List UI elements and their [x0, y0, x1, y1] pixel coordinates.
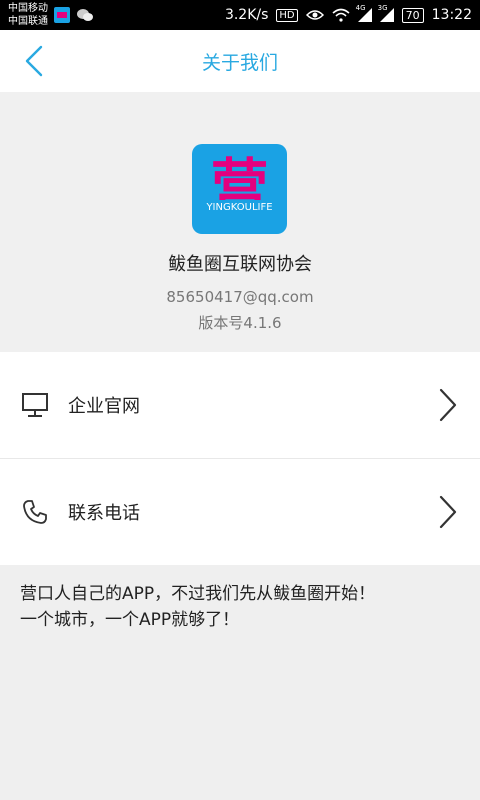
- phone-icon: [20, 497, 50, 527]
- signal-3g-label: 3G: [377, 4, 388, 12]
- app-logo: 营 YINGKOULIFE: [192, 144, 287, 234]
- net-speed: 3.2K/s: [224, 7, 269, 23]
- description: 营口人自己的APP，不过我们先从鲅鱼圈开始！ 一个城市，一个APP就够了！: [0, 565, 480, 649]
- about-section: 营 YINGKOULIFE 鲅鱼圈互联网协会 85650417@qq.com 版…: [0, 92, 480, 352]
- menu-item-phone[interactable]: 联系电话: [0, 458, 480, 565]
- description-line-2: 一个城市，一个APP就够了！: [20, 610, 240, 630]
- signal-3g-icon: 3G: [378, 4, 394, 22]
- chevron-left-icon: [25, 45, 43, 77]
- clock: 13:22: [431, 7, 472, 23]
- page-title: 关于我们: [201, 51, 278, 74]
- signal-4g-label: 4G: [355, 4, 366, 12]
- status-right: 3.2K/s HD 4G 3G 70 13:22: [224, 4, 472, 23]
- hd-badge: HD: [276, 8, 298, 22]
- carrier-1: 中国移动: [8, 3, 48, 14]
- chevron-right-icon: [439, 495, 457, 529]
- status-left: 中国移动 中国联通: [8, 2, 94, 28]
- status-bar: 中国移动 中国联通 3.2K/s HD 4G 3G 70 13:22: [0, 0, 480, 30]
- monitor-icon: [20, 390, 50, 420]
- back-button[interactable]: [16, 42, 52, 80]
- carrier-names: 中国移动 中国联通: [8, 2, 48, 28]
- app-name: 鲅鱼圈互联网协会: [168, 254, 312, 275]
- wechat-icon: [76, 7, 94, 23]
- menu-label-phone: 联系电话: [68, 503, 140, 524]
- title-bar: 关于我们: [0, 30, 480, 92]
- version-label: 版本号4.1.6: [198, 314, 282, 332]
- description-line-1: 营口人自己的APP，不过我们先从鲅鱼圈开始！: [20, 584, 376, 604]
- battery-indicator: 70: [401, 7, 424, 23]
- logo-text: YINGKOULIFE: [205, 202, 272, 213]
- contact-email: 85650417@qq.com: [166, 288, 314, 306]
- chevron-right-icon: [439, 388, 457, 422]
- menu-list: 企业官网 联系电话: [0, 352, 480, 565]
- wifi-icon: [332, 8, 350, 22]
- carrier-2: 中国联通: [8, 16, 48, 27]
- signal-4g-icon: 4G: [356, 4, 372, 22]
- eye-icon: [305, 9, 324, 21]
- menu-item-website[interactable]: 企业官网: [0, 352, 480, 458]
- app-notification-icon: [54, 7, 70, 23]
- menu-label-website: 企业官网: [68, 396, 140, 417]
